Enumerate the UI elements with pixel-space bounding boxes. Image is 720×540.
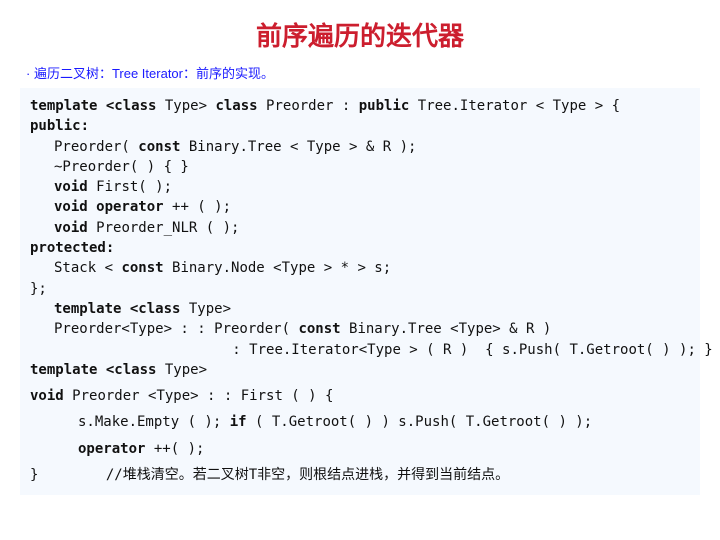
kw-class: class: [215, 98, 266, 114]
code-line: Preorder<Type> : : Preorder( const Binar…: [30, 319, 690, 339]
tok: : Tree.Iterator<Type > ( R ) { s.Push( T…: [232, 342, 712, 358]
code-line: s.Make.Empty ( ); if ( T.Getroot( ) ) s.…: [30, 412, 690, 432]
kw-operator: operator: [78, 441, 154, 457]
code-line: ~Preorder( ) { }: [30, 157, 690, 177]
tok: Stack <: [54, 260, 121, 276]
kw-if: if: [230, 414, 255, 430]
kw-void: void: [30, 388, 72, 404]
slide-title: 前序遍历的迭代器: [20, 16, 700, 53]
code-line: operator ++( );: [30, 439, 690, 459]
tok: Type>: [189, 301, 231, 317]
code-line: public:: [30, 116, 690, 136]
kw-template: template: [54, 301, 130, 317]
code-line: template <class Type>: [30, 360, 690, 380]
tok: Binary.Tree < Type > & R );: [189, 139, 417, 155]
code-line: template <class Type> class Preorder : p…: [30, 96, 690, 116]
kw-template: template: [30, 362, 106, 378]
tok: Type>: [156, 98, 215, 114]
code-line: Stack < const Binary.Node <Type > * > s;: [30, 258, 690, 278]
tok: }: [30, 467, 38, 483]
kw-class: <class: [106, 362, 165, 378]
kw-template: template: [30, 98, 106, 114]
slide-subtitle: · 遍历二叉树：Tree Iterator：前序的实现。: [26, 63, 700, 82]
kw-void: void: [54, 179, 96, 195]
kw-class: <class: [130, 301, 189, 317]
kw-class: <class: [106, 98, 157, 114]
tok: s.Make.Empty ( );: [78, 414, 230, 430]
code-line: Preorder( const Binary.Tree < Type > & R…: [30, 137, 690, 157]
code-line: void First( );: [30, 177, 690, 197]
tok: Preorder<Type> : : Preorder(: [54, 321, 298, 337]
tok: Preorder(: [54, 139, 138, 155]
code-line: void Preorder <Type> : : First ( ) {: [30, 386, 690, 406]
tok: Binary.Node <Type > * > s;: [172, 260, 391, 276]
code-line: template <class Type>: [30, 299, 690, 319]
code-line: xxxxxxxxxxxxxxxxxxxxxxxx: Tree.Iterator<…: [30, 340, 690, 360]
code-block: template <class Type> class Preorder : p…: [20, 88, 700, 495]
slide: 前序遍历的迭代器 · 遍历二叉树：Tree Iterator：前序的实现。 te…: [0, 0, 720, 540]
code-line: }xxxxxxxx//堆栈清空。若二叉树T非空，则根结点进栈，并得到当前结点。: [30, 465, 690, 485]
code-line: void Preorder_NLR ( );: [30, 218, 690, 238]
tok: Preorder_NLR ( );: [96, 220, 239, 236]
code-line: void operator ++ ( );: [30, 197, 690, 217]
kw-const: const: [138, 139, 189, 155]
kw-const: const: [298, 321, 349, 337]
kw-void: void: [54, 220, 96, 236]
tok: Type>: [165, 362, 207, 378]
tok: ++ ( );: [172, 199, 231, 215]
comment: //堆栈清空。若二叉树T非空，则根结点进栈，并得到当前结点。: [106, 467, 509, 483]
tok: Binary.Tree <Type> & R ): [349, 321, 551, 337]
kw-void-operator: void operator: [54, 199, 172, 215]
tok: Preorder :: [266, 98, 359, 114]
kw-const: const: [121, 260, 172, 276]
tok: ++( );: [154, 441, 205, 457]
code-line: };: [30, 279, 690, 299]
tok: Preorder <Type> : : First ( ) {: [72, 388, 333, 404]
tok: First( );: [96, 179, 172, 195]
code-line: protected:: [30, 238, 690, 258]
kw-public: public: [359, 98, 418, 114]
tok: ( T.Getroot( ) ) s.Push( T.Getroot( ) );: [255, 414, 592, 430]
tok: Tree.Iterator < Type > {: [418, 98, 620, 114]
